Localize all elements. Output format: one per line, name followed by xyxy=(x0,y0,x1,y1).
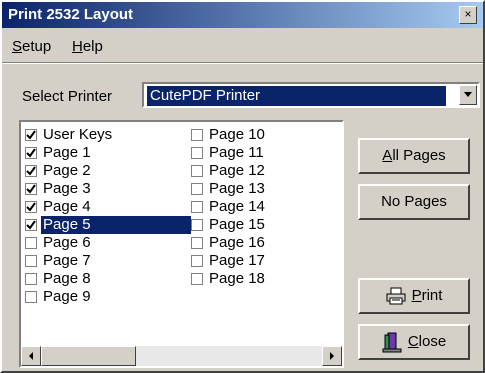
menu-bar: Setup Help xyxy=(2,30,483,58)
horizontal-scrollbar[interactable] xyxy=(21,346,342,366)
checkmark-icon xyxy=(26,184,36,194)
checkbox-unchecked[interactable] xyxy=(25,255,37,267)
pages-checklist[interactable]: User Keys Page 1 Page 2 Page 3 Page 4 Page 5P… xyxy=(19,120,344,368)
printer-dropdown[interactable]: CutePDF Printer xyxy=(142,82,480,108)
checkmark-icon xyxy=(26,148,36,158)
checkbox-unchecked[interactable] xyxy=(25,237,37,249)
checkbox-unchecked[interactable] xyxy=(191,183,203,195)
print-button[interactable]: Print xyxy=(358,278,470,314)
checkbox-checked[interactable] xyxy=(25,165,37,177)
list-item-label: Page 2 xyxy=(43,162,91,179)
arrow-left-icon xyxy=(29,352,33,360)
all-pages-button[interactable]: All Pages xyxy=(358,138,470,174)
checkbox-unchecked[interactable] xyxy=(191,273,203,285)
checkbox-unchecked[interactable] xyxy=(191,201,203,213)
list-item-label: Page 6 xyxy=(43,234,91,251)
scroll-right-button[interactable] xyxy=(322,346,342,366)
list-item-label: Page 8 xyxy=(43,270,91,287)
checkbox-unchecked[interactable] xyxy=(25,291,37,303)
checkbox-unchecked[interactable] xyxy=(191,147,203,159)
list-item-label: Page 1 xyxy=(43,144,91,161)
list-item-label: Page 7 xyxy=(43,252,91,269)
print-layout-dialog: Print 2532 Layout × Setup Help Select Pr… xyxy=(0,0,485,373)
printer-selected-value: CutePDF Printer xyxy=(147,86,446,106)
no-pages-button[interactable]: No Pages xyxy=(358,184,470,220)
checkbox-unchecked[interactable] xyxy=(191,129,203,141)
list-item-label: Page 4 xyxy=(43,198,91,215)
list-item-label: Page 14 xyxy=(209,198,265,215)
list-item-label: User Keys xyxy=(43,126,113,143)
dropdown-arrow-button[interactable] xyxy=(459,85,477,105)
list-item-label: Page 5 xyxy=(41,216,191,234)
printer-icon xyxy=(386,287,406,305)
menu-separator xyxy=(2,62,483,64)
list-item-label: Page 15 xyxy=(209,216,265,233)
scrollbar-thumb[interactable] xyxy=(41,346,136,366)
list-item-label: Page 13 xyxy=(209,180,265,197)
list-item-label: Page 11 xyxy=(209,144,264,161)
checkbox-checked[interactable] xyxy=(25,201,37,213)
close-window-button[interactable]: × xyxy=(459,6,477,24)
checkbox-unchecked[interactable] xyxy=(191,165,203,177)
checkmark-icon xyxy=(26,202,36,212)
list-item-label: Page 17 xyxy=(209,252,265,269)
select-printer-label: Select Printer xyxy=(22,88,113,105)
list-item-label: Page 3 xyxy=(43,180,91,197)
title-bar: Print 2532 Layout × xyxy=(2,2,483,28)
checkmark-icon xyxy=(26,130,36,140)
list-item-label: Page 18 xyxy=(209,270,265,287)
window-title: Print 2532 Layout xyxy=(8,6,134,23)
scroll-left-button[interactable] xyxy=(21,346,41,366)
checkbox-checked[interactable] xyxy=(25,183,37,195)
checkmark-icon xyxy=(26,220,36,230)
checkbox-checked[interactable] xyxy=(25,129,37,141)
checkbox-unchecked[interactable] xyxy=(191,237,203,249)
list-item-label: Page 12 xyxy=(209,162,265,179)
close-button[interactable]: Close xyxy=(358,324,470,360)
list-item-label: Page 16 xyxy=(209,234,265,251)
checkbox-checked[interactable] xyxy=(25,147,37,159)
list-item-label: Page 9 xyxy=(43,288,91,305)
checkbox-unchecked[interactable] xyxy=(191,255,203,267)
checkbox-unchecked[interactable] xyxy=(191,219,203,231)
close-door-icon xyxy=(382,332,402,353)
menu-setup[interactable]: Setup xyxy=(12,38,51,55)
arrow-right-icon xyxy=(330,352,334,360)
menu-help[interactable]: Help xyxy=(72,38,103,55)
checkbox-checked[interactable] xyxy=(25,219,37,231)
list-item-label: Page 10 xyxy=(209,126,265,143)
checkbox-unchecked[interactable] xyxy=(25,273,37,285)
checkmark-icon xyxy=(26,166,36,176)
chevron-down-icon xyxy=(464,92,472,97)
